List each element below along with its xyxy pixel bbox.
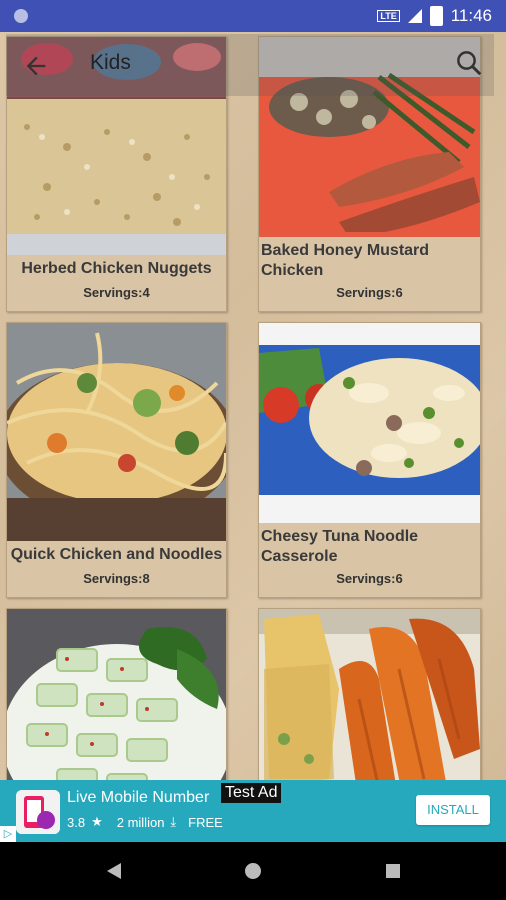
ad-rating: 3.8 bbox=[67, 814, 86, 830]
search-icon[interactable] bbox=[454, 48, 484, 78]
recipe-title: Cheesy Tuna Noodle Casserole bbox=[261, 528, 419, 565]
nav-back-icon[interactable] bbox=[105, 862, 123, 880]
battery-icon bbox=[429, 6, 443, 26]
star-icon: ★ bbox=[91, 814, 103, 829]
ad-banner[interactable]: Live Mobile Number Test Ad 3.8 ★ 2 milli… bbox=[0, 780, 506, 842]
ad-choices-icon[interactable]: ▷ bbox=[0, 826, 16, 842]
notification-icon bbox=[14, 9, 28, 23]
signal-icon bbox=[407, 9, 422, 23]
recipe-image bbox=[7, 323, 226, 541]
lte-icon: LTE bbox=[377, 10, 400, 22]
nav-home-icon[interactable] bbox=[244, 862, 262, 880]
recipe-title: Herbed Chicken Nuggets bbox=[21, 260, 212, 277]
recipe-title: Baked Honey Mustard Chicken bbox=[261, 242, 430, 279]
status-bar: LTE 11:46 bbox=[0, 0, 506, 32]
clock: 11:46 bbox=[450, 6, 492, 25]
recipe-servings: Servings:8 bbox=[83, 571, 150, 586]
ad-title[interactable]: Live Mobile Number bbox=[67, 789, 209, 807]
nav-recents-icon[interactable] bbox=[384, 862, 402, 880]
install-button[interactable]: INSTALL bbox=[416, 795, 490, 825]
page-title: Kids bbox=[90, 51, 131, 74]
download-icon: ⤓ bbox=[170, 814, 177, 829]
recipe-card[interactable] bbox=[6, 608, 227, 780]
test-ad-label: Test Ad bbox=[221, 783, 282, 803]
back-arrow-icon[interactable] bbox=[22, 52, 50, 80]
recipe-servings: Servings:6 bbox=[336, 285, 403, 300]
ad-price: FREE bbox=[188, 814, 223, 830]
ad-app-icon[interactable] bbox=[16, 790, 60, 834]
recipe-card[interactable]: Cheesy Tuna Noodle Casserole Servings:6 bbox=[258, 322, 481, 598]
recipe-card[interactable]: Quick Chicken and Noodles Servings:8 bbox=[6, 322, 227, 598]
recipe-image bbox=[259, 323, 480, 523]
recipe-title: Quick Chicken and Noodles bbox=[10, 546, 223, 563]
recipe-card[interactable] bbox=[258, 608, 481, 780]
recipe-servings: Servings:6 bbox=[336, 571, 403, 586]
ad-downloads: 2 million bbox=[116, 814, 165, 830]
recipe-image bbox=[259, 609, 480, 780]
app-toolbar: Kids bbox=[6, 34, 494, 96]
recipe-list[interactable]: Herbed Chicken Nuggets Servings:4 Baked … bbox=[0, 32, 506, 780]
recipe-servings: Servings:4 bbox=[83, 285, 150, 300]
recipe-image bbox=[7, 609, 226, 780]
system-nav-bar bbox=[0, 842, 506, 900]
